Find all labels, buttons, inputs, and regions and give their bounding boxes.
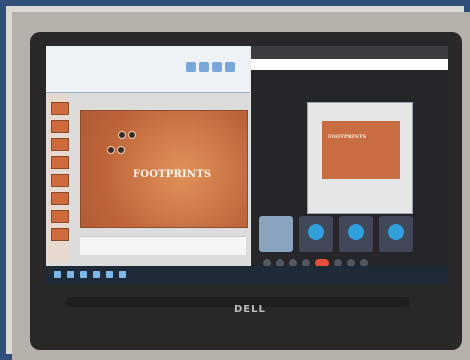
footprint-dot-1	[118, 131, 126, 139]
photo-frame: FOOTPRINTS FOOTPRINTS DELL	[0, 0, 470, 360]
dell-logo: DELL	[234, 304, 266, 315]
taskbar-icons	[54, 271, 126, 278]
footprint-dot-3	[107, 146, 115, 154]
meeting-window: FOOTPRINTS	[251, 46, 448, 284]
slide-title: FOOTPRINTS	[133, 169, 212, 180]
ribbon-icons	[186, 62, 240, 80]
participant-tile-1	[259, 216, 293, 252]
shared-screen-preview: FOOTPRINTS	[307, 102, 413, 214]
photo-scene: FOOTPRINTS FOOTPRINTS DELL	[12, 12, 470, 360]
main-slide: FOOTPRINTS	[80, 110, 248, 228]
presentation-ribbon	[46, 46, 250, 93]
mini-slide-title: FOOTPRINTS	[328, 134, 367, 140]
participant-tile-3	[339, 216, 373, 252]
presentation-window: FOOTPRINTS	[46, 46, 250, 284]
windows-taskbar	[46, 266, 448, 284]
notes-pane	[80, 236, 246, 255]
browser-tabs	[251, 46, 448, 59]
footprint-dot-4	[117, 146, 125, 154]
laptop-screen: FOOTPRINTS FOOTPRINTS	[46, 46, 448, 284]
mini-slide	[322, 121, 400, 179]
participant-tile-2	[299, 216, 333, 252]
browser-address-bar	[251, 59, 448, 70]
participant-tile-4	[379, 216, 413, 252]
footprint-dot-2	[128, 131, 136, 139]
slide-thumbnails	[48, 94, 70, 262]
